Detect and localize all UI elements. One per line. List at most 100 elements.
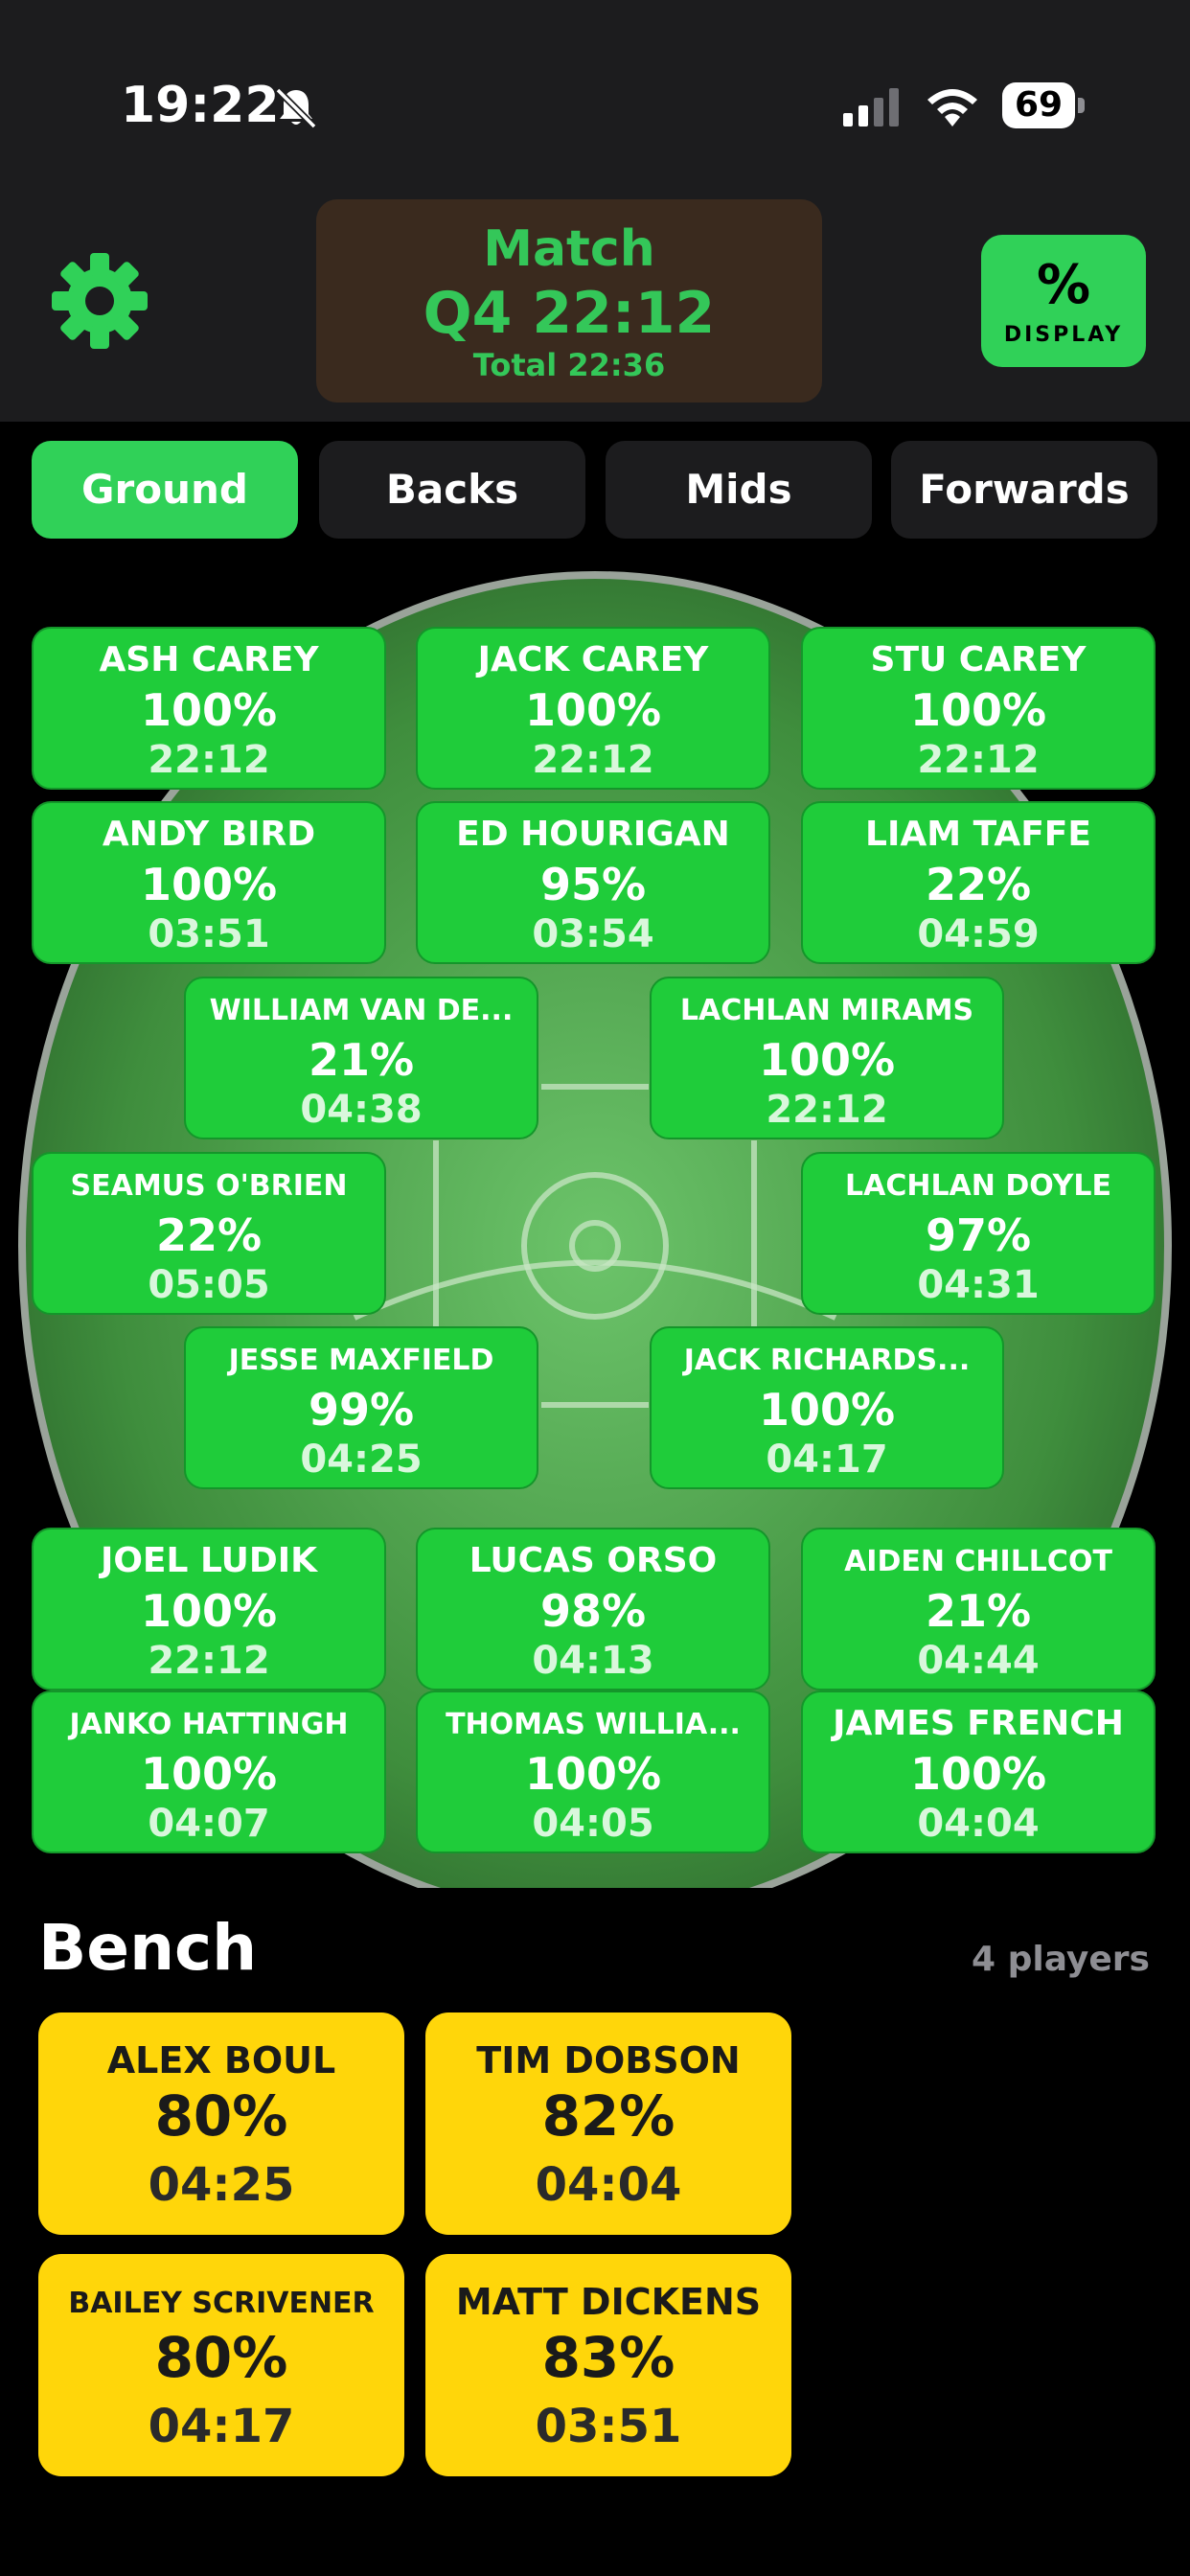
player-name: JACK CAREY xyxy=(477,640,709,679)
player-percent: 100% xyxy=(524,684,662,736)
player-card[interactable]: JESSE MAXFIELD 99% 04:25 xyxy=(184,1326,538,1489)
bench-player-percent: 80% xyxy=(154,2083,288,2149)
percent-icon: % xyxy=(1036,254,1091,316)
bench-player-time: 03:51 xyxy=(535,2400,682,2453)
player-time: 04:13 xyxy=(532,1639,654,1683)
tab-ground[interactable]: Ground xyxy=(32,441,298,539)
player-card[interactable]: JOEL LUDIK 100% 22:12 xyxy=(32,1528,386,1690)
player-percent: 100% xyxy=(758,1384,896,1436)
bench-player-card[interactable]: BAILEY SCRIVENER 80% 04:17 xyxy=(38,2254,404,2476)
player-card[interactable]: WILLIAM VAN DE... 21% 04:38 xyxy=(184,977,538,1139)
bench-player-percent: 83% xyxy=(541,2325,675,2390)
player-name: JACK RICHARDS... xyxy=(683,1344,971,1377)
player-percent: 100% xyxy=(909,684,1047,736)
player-name: JOEL LUDIK xyxy=(100,1541,318,1580)
player-time: 22:12 xyxy=(766,1088,888,1132)
bench-title: Bench xyxy=(38,1911,258,1985)
bench-player-percent: 82% xyxy=(541,2083,675,2149)
player-name: SEAMUS O'BRIEN xyxy=(70,1169,348,1203)
player-time: 04:59 xyxy=(917,912,1040,956)
player-time: 05:05 xyxy=(148,1263,270,1307)
player-card[interactable]: JAMES FRENCH 100% 04:04 xyxy=(801,1690,1156,1853)
player-time: 22:12 xyxy=(148,738,270,782)
match-clock-card[interactable]: Match Q4 22:12 Total 22:36 xyxy=(316,199,822,402)
status-time: 19:22 xyxy=(121,77,280,134)
player-time: 04:44 xyxy=(917,1639,1040,1683)
player-percent: 100% xyxy=(140,1748,278,1800)
player-time: 04:31 xyxy=(917,1263,1040,1307)
player-percent: 22% xyxy=(155,1209,263,1261)
match-label: Match xyxy=(483,220,655,278)
player-name: LIAM TAFFE xyxy=(865,815,1091,854)
player-card[interactable]: JACK CAREY 100% 22:12 xyxy=(416,627,770,790)
bench-player-card[interactable]: MATT DICKENS 83% 03:51 xyxy=(425,2254,791,2476)
player-percent: 100% xyxy=(140,1585,278,1637)
player-name: ED HOURIGAN xyxy=(456,815,730,854)
bench-player-card[interactable]: TIM DOBSON 82% 04:04 xyxy=(425,2012,791,2235)
player-time: 03:54 xyxy=(532,912,654,956)
player-card[interactable]: STU CAREY 100% 22:12 xyxy=(801,627,1156,790)
player-percent: 100% xyxy=(758,1034,896,1086)
player-time: 04:07 xyxy=(148,1802,270,1846)
bench-player-name: MATT DICKENS xyxy=(455,2281,762,2323)
player-time: 04:38 xyxy=(300,1088,423,1132)
battery-icon: 69 xyxy=(1002,82,1085,130)
player-card[interactable]: LACHLAN DOYLE 97% 04:31 xyxy=(801,1152,1156,1315)
player-card[interactable]: AIDEN CHILLCOT 21% 04:44 xyxy=(801,1528,1156,1690)
bench-player-name: TIM DOBSON xyxy=(476,2039,741,2082)
bell-slash-icon xyxy=(275,87,317,129)
player-card[interactable]: JACK RICHARDS... 100% 04:17 xyxy=(650,1326,1004,1489)
player-time: 04:17 xyxy=(766,1438,888,1482)
bench-player-percent: 80% xyxy=(154,2325,288,2390)
battery-level: 69 xyxy=(1014,85,1064,125)
display-label: DISPLAY xyxy=(1003,323,1124,347)
player-percent: 22% xyxy=(925,859,1032,910)
player-time: 22:12 xyxy=(148,1639,270,1683)
bench-player-name: BAILEY SCRIVENER xyxy=(68,2287,375,2320)
player-name: JESSE MAXFIELD xyxy=(228,1344,494,1377)
player-name: JAMES FRENCH xyxy=(833,1704,1124,1743)
player-name: JANKO HATTINGH xyxy=(69,1708,349,1741)
player-percent: 100% xyxy=(140,684,278,736)
quarter-clock: Q4 22:12 xyxy=(423,280,716,347)
player-percent: 97% xyxy=(925,1209,1032,1261)
total-time: Total 22:36 xyxy=(472,347,666,383)
player-name: THOMAS WILLIA... xyxy=(446,1708,741,1741)
tab-mids[interactable]: Mids xyxy=(606,441,872,539)
bench-player-card[interactable]: ALEX BOUL 80% 04:25 xyxy=(38,2012,404,2235)
player-card[interactable]: LIAM TAFFE 22% 04:59 xyxy=(801,801,1156,964)
bench-count: 4 players xyxy=(972,1940,1150,1979)
player-percent: 100% xyxy=(524,1748,662,1800)
player-card[interactable]: THOMAS WILLIA... 100% 04:05 xyxy=(416,1690,770,1853)
player-card[interactable]: LACHLAN MIRAMS 100% 22:12 xyxy=(650,977,1004,1139)
player-card[interactable]: ANDY BIRD 100% 03:51 xyxy=(32,801,386,964)
player-card[interactable]: ASH CAREY 100% 22:12 xyxy=(32,627,386,790)
player-percent: 95% xyxy=(539,859,647,910)
gear-icon[interactable] xyxy=(50,251,149,351)
player-card[interactable]: LUCAS ORSO 98% 04:13 xyxy=(416,1528,770,1690)
percent-display-button[interactable]: % DISPLAY xyxy=(981,235,1146,367)
player-percent: 100% xyxy=(140,859,278,910)
player-name: AIDEN CHILLCOT xyxy=(844,1545,1112,1578)
player-time: 22:12 xyxy=(917,738,1040,782)
tab-forwards[interactable]: Forwards xyxy=(891,441,1157,539)
player-percent: 99% xyxy=(308,1384,415,1436)
player-name: STU CAREY xyxy=(870,640,1087,679)
player-card[interactable]: SEAMUS O'BRIEN 22% 05:05 xyxy=(32,1152,386,1315)
player-percent: 98% xyxy=(539,1585,647,1637)
player-card[interactable]: ED HOURIGAN 95% 03:54 xyxy=(416,801,770,964)
player-name: LUCAS ORSO xyxy=(469,1541,718,1580)
player-time: 03:51 xyxy=(148,912,270,956)
player-percent: 21% xyxy=(308,1034,415,1086)
player-time: 04:05 xyxy=(532,1802,654,1846)
player-percent: 21% xyxy=(925,1585,1032,1637)
bench-player-name: ALEX BOUL xyxy=(106,2039,336,2082)
player-name: ASH CAREY xyxy=(99,640,319,679)
player-card[interactable]: JANKO HATTINGH 100% 04:07 xyxy=(32,1690,386,1853)
player-name: ANDY BIRD xyxy=(102,815,316,854)
player-percent: 100% xyxy=(909,1748,1047,1800)
bench-player-time: 04:17 xyxy=(148,2400,295,2453)
tab-backs[interactable]: Backs xyxy=(319,441,585,539)
player-name: LACHLAN MIRAMS xyxy=(679,994,974,1027)
player-time: 04:25 xyxy=(300,1438,423,1482)
